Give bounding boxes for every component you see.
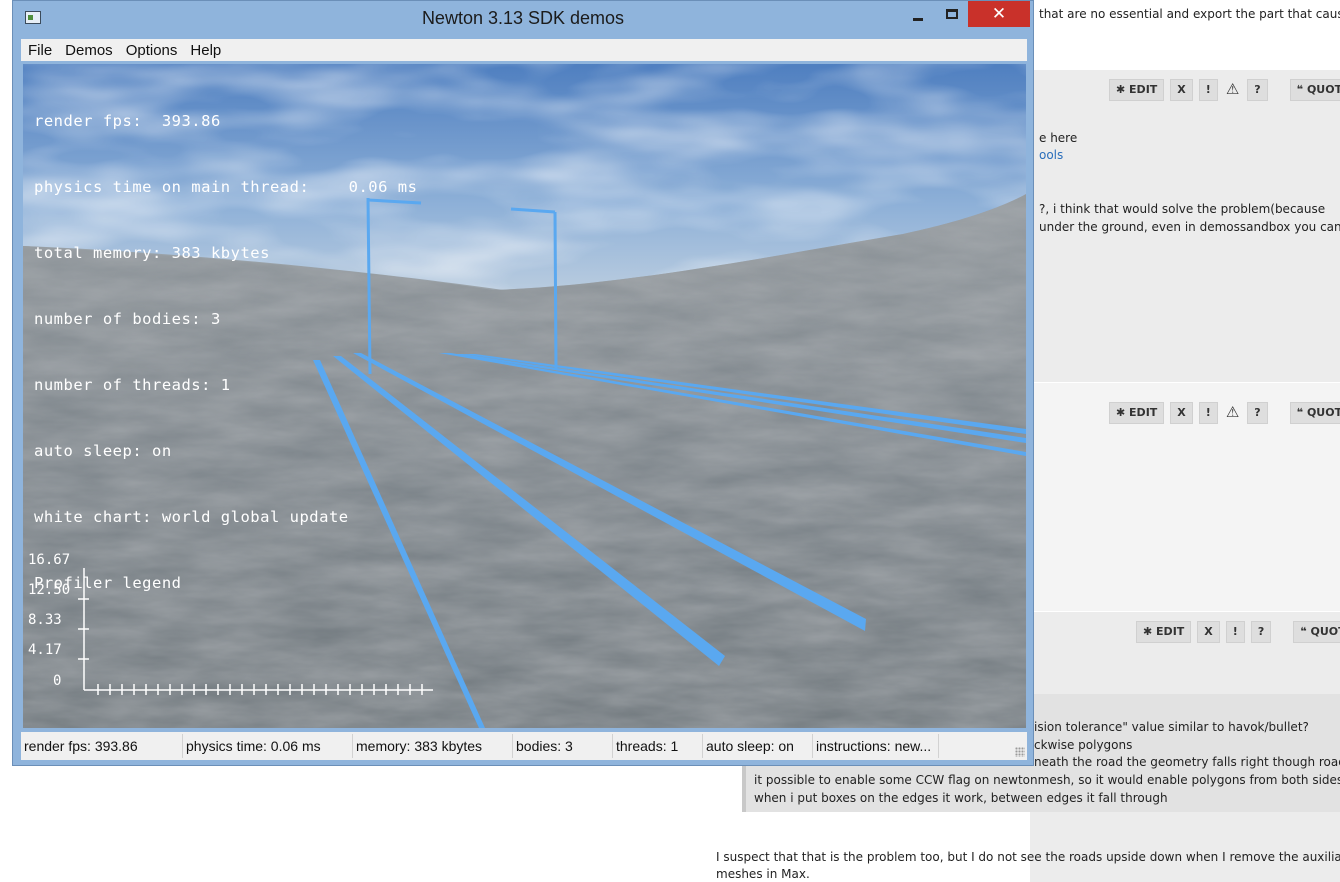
report-button[interactable]: ! <box>1225 621 1245 643</box>
status-memory: memory: 383 kbytes <box>353 734 513 758</box>
profiler-y-tick-label: 12.50 <box>28 582 71 598</box>
menu-help[interactable]: Help <box>184 42 227 59</box>
status-auto-sleep: auto sleep: on <box>703 734 813 758</box>
quote-button[interactable]: ❝ QUOTE <box>1289 402 1340 424</box>
title-bar[interactable]: Newton 3.13 SDK demos ✕ <box>13 1 1033 35</box>
profiler-y-tick-label: 8.33 <box>28 612 62 628</box>
pole <box>553 211 558 371</box>
edit-button[interactable]: ✱ EDIT <box>1109 402 1165 424</box>
quote-line: ision tolerance" value similar to havok/… <box>1034 720 1309 734</box>
hud-total-memory: total memory: 383 kbytes <box>34 244 270 262</box>
quote-line: it possible to enable some CCW flag on n… <box>754 773 1340 787</box>
post-text: under the ground, even in demossandbox y… <box>1039 220 1340 234</box>
delete-button[interactable]: X <box>1197 621 1220 643</box>
quote-button[interactable]: ❝ QUOTE <box>1293 621 1340 643</box>
hud-auto-sleep: auto sleep: on <box>34 442 172 460</box>
maximize-button[interactable] <box>937 1 967 27</box>
resize-grip[interactable] <box>1015 747 1025 757</box>
edit-button[interactable]: ✱ EDIT <box>1136 621 1192 643</box>
menu-options[interactable]: Options <box>120 42 184 59</box>
hud-profiler-legend: Profiler legend <box>34 574 182 592</box>
status-bodies: bodies: 3 <box>513 734 613 758</box>
close-button[interactable]: ✕ <box>968 1 1030 27</box>
post-actions: ✱ EDIT X ! ? ❝ QUOTE <box>1136 621 1340 643</box>
post-link[interactable]: ools <box>1039 148 1063 162</box>
report-button[interactable]: ! <box>1198 79 1218 101</box>
post-actions: ✱ EDIT X ! ⚠ ? ❝ QUOTE <box>1109 79 1340 101</box>
reply-text: I suspect that that is the problem too, … <box>716 850 1340 864</box>
close-icon: ✕ <box>991 4 1007 24</box>
status-instructions: instructions: new... <box>813 734 939 758</box>
post-text: ?, i think that would solve the problem(… <box>1039 202 1326 216</box>
report-button[interactable]: ! <box>1198 402 1218 424</box>
quote-line: when i put boxes on the edges it work, b… <box>754 791 1168 805</box>
status-threads: threads: 1 <box>613 734 703 758</box>
quote-button[interactable]: ❝ QUOTE <box>1289 79 1340 101</box>
status-bar: render fps: 393.86 physics time: 0.06 ms… <box>21 732 1027 760</box>
quote-line: neath the road the geometry falls right … <box>1034 755 1340 769</box>
info-button[interactable]: ? <box>1250 621 1272 643</box>
hud-threads: number of threads: 1 <box>34 376 231 394</box>
profiler-y-tick-label: 4.17 <box>28 642 62 658</box>
hud-render-fps: render fps: 393.86 <box>34 112 221 130</box>
hud-overlay: render fps: 393.86 physics time on main … <box>34 66 417 638</box>
warning-icon[interactable]: ⚠ <box>1224 79 1241 99</box>
info-button[interactable]: ? <box>1247 79 1268 101</box>
edit-button[interactable]: ✱ EDIT <box>1109 79 1165 101</box>
window-title: Newton 3.13 SDK demos <box>421 8 625 28</box>
minimize-icon <box>913 17 923 21</box>
delete-button[interactable]: X <box>1170 402 1193 424</box>
post-text: e here <box>1039 131 1078 145</box>
reply-text: meshes in Max. <box>716 867 810 881</box>
render-viewport[interactable]: render fps: 393.86 physics time on main … <box>23 64 1026 728</box>
info-button[interactable]: ? <box>1247 402 1268 424</box>
status-physics-time: physics time: 0.06 ms <box>183 734 353 758</box>
status-render-fps: render fps: 393.86 <box>21 734 183 758</box>
delete-button[interactable]: X <box>1170 79 1193 101</box>
profiler-y-tick-label: 16.67 <box>28 552 71 568</box>
menu-demos[interactable]: Demos <box>59 42 119 59</box>
post-actions: ✱ EDIT X ! ⚠ ? ❝ QUOTE <box>1109 402 1340 424</box>
quote-line: ckwise polygons <box>1034 738 1133 752</box>
hud-chart-legend: white chart: world global update <box>34 508 349 526</box>
maximize-icon <box>946 9 958 19</box>
post-text: that are no essential and export the par… <box>1039 7 1340 21</box>
minimize-button[interactable] <box>903 1 933 27</box>
app-window: Newton 3.13 SDK demos ✕ File Demos Optio… <box>12 0 1034 766</box>
hud-physics-time: physics time on main thread: 0.06 ms <box>34 178 418 196</box>
profiler-y-tick-label: 0 <box>53 673 62 689</box>
menu-file[interactable]: File <box>22 42 58 59</box>
menu-bar: File Demos Options Help <box>21 39 1027 61</box>
hud-bodies: number of bodies: 3 <box>34 310 221 328</box>
warning-icon[interactable]: ⚠ <box>1224 402 1241 422</box>
